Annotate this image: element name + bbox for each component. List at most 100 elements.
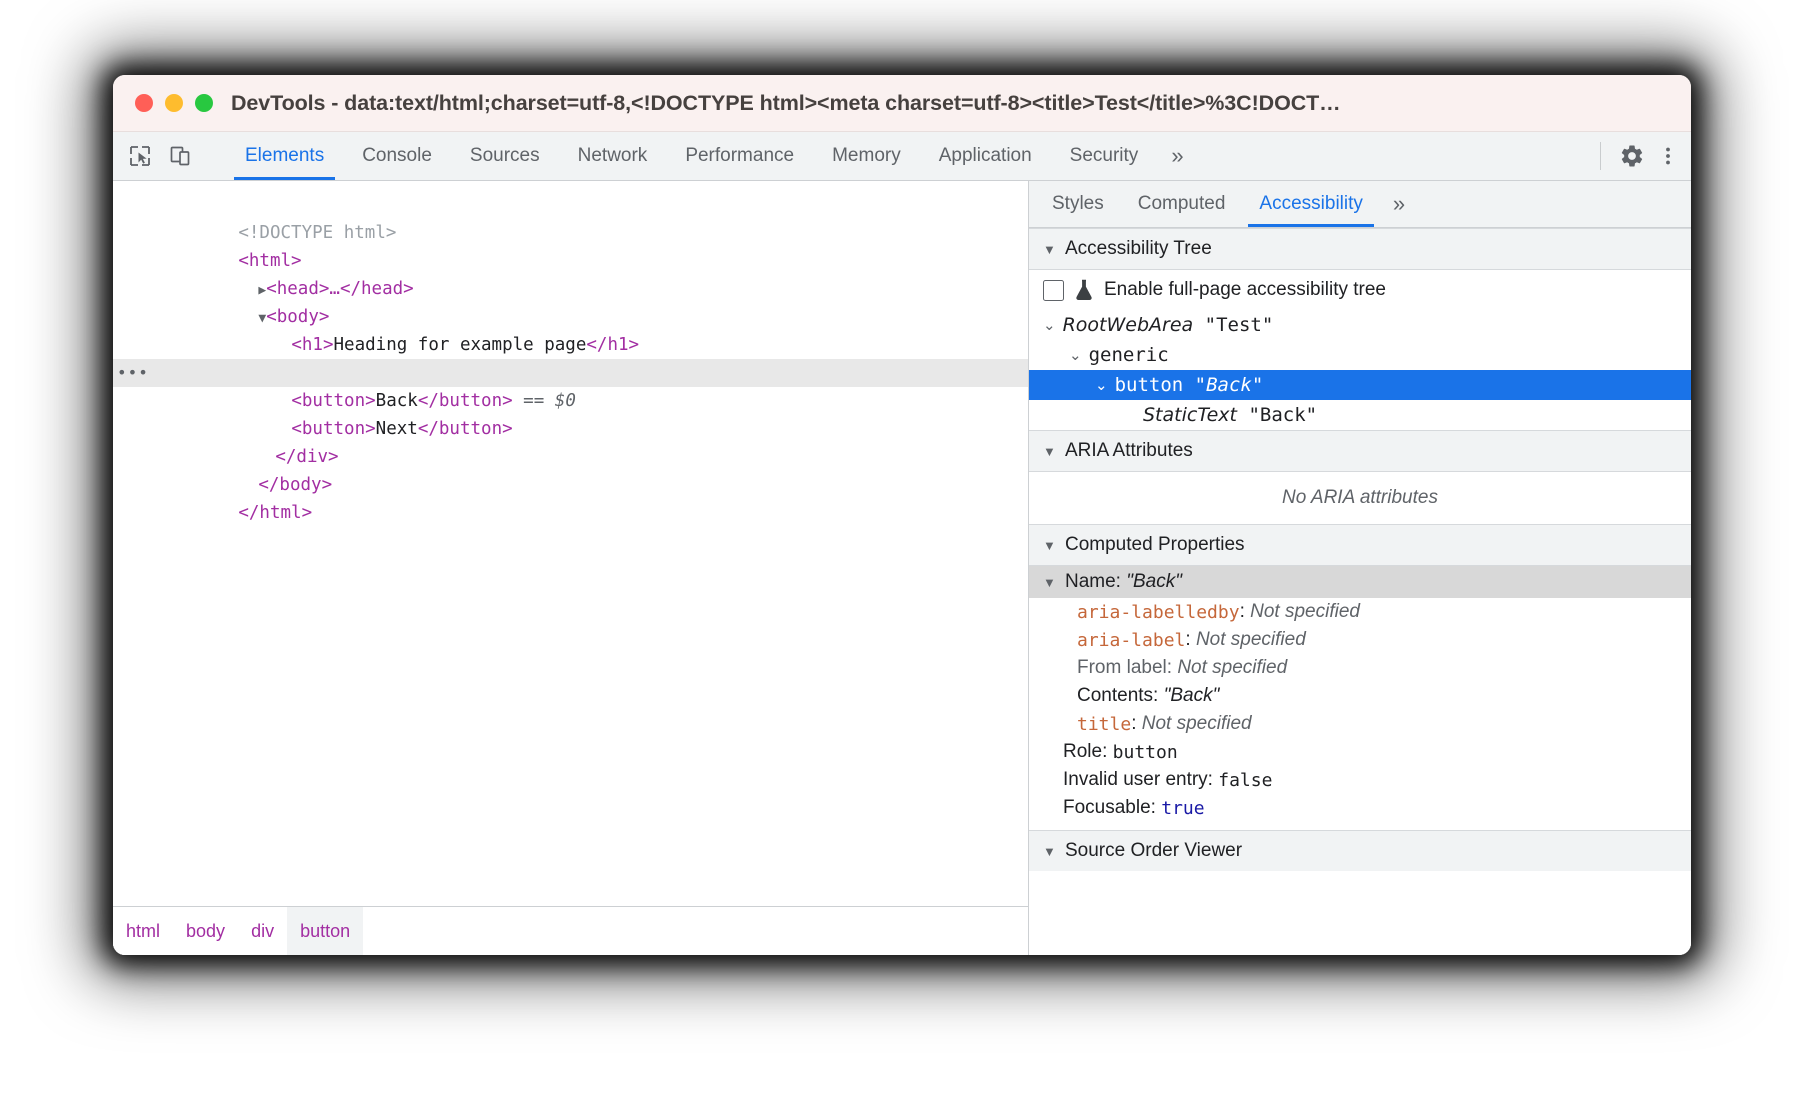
computed-property-focusable-label: Focusable: bbox=[1063, 797, 1156, 819]
tab-memory[interactable]: Memory bbox=[813, 132, 920, 180]
computed-property-invalid-user-entry: Invalid user entry: false bbox=[1029, 766, 1691, 794]
computed-property-role-label: Role: bbox=[1063, 741, 1107, 763]
tab-network-label: Network bbox=[578, 145, 648, 167]
sidebar-more-tabs-label: » bbox=[1393, 191, 1405, 217]
tab-computed[interactable]: Computed bbox=[1121, 181, 1243, 227]
ax-node-rootwebarea[interactable]: ⌄RootWebArea "Test" bbox=[1029, 310, 1691, 340]
accessibility-tree-body: Enable full-page accessibility tree ⌄ Roo… bbox=[1029, 270, 1691, 430]
chevron-down-icon-root[interactable]: ⌄ bbox=[1043, 316, 1056, 334]
inspect-cursor-icon[interactable] bbox=[123, 139, 157, 173]
tab-network[interactable]: Network bbox=[559, 132, 667, 180]
dom-node-body-open[interactable]: ▼<body> bbox=[113, 275, 1028, 303]
tab-elements[interactable]: Elements bbox=[226, 132, 343, 180]
ax-node-button-name: "Back" bbox=[1195, 374, 1264, 396]
ax-node-generic-role: generic bbox=[1089, 344, 1169, 366]
dom-node-button-next[interactable]: <button>Next</button> bbox=[113, 387, 1028, 415]
more-tabs-chevron-icon[interactable]: » bbox=[1157, 132, 1197, 180]
breadcrumb-item-body[interactable]: body bbox=[173, 907, 238, 955]
maximize-window-button[interactable] bbox=[195, 94, 213, 112]
dom-node-body-close[interactable]: </body> bbox=[113, 443, 1028, 471]
tab-memory-label: Memory bbox=[832, 145, 901, 167]
sidebar-tabs: Styles Computed Accessibility » bbox=[1029, 181, 1691, 228]
sidebar-more-tabs-chevron-icon[interactable]: » bbox=[1380, 181, 1418, 227]
kebab-menu-icon[interactable] bbox=[1651, 139, 1685, 173]
section-aria-attributes[interactable]: ▼ARIA Attributes bbox=[1029, 430, 1691, 472]
tab-accessibility[interactable]: Accessibility bbox=[1242, 181, 1379, 227]
name-source-from-label-label: From label bbox=[1077, 657, 1167, 679]
tab-console-label: Console bbox=[362, 145, 432, 167]
devtools-window: DevTools - data:text/html;charset=utf-8,… bbox=[113, 75, 1691, 955]
tab-application[interactable]: Application bbox=[920, 132, 1051, 180]
ax-node-statictext-name: "Back" bbox=[1248, 404, 1317, 426]
panel-tabs: Elements Console Sources Network Perform… bbox=[226, 132, 1582, 180]
name-source-contents: Contents: "Back" bbox=[1029, 682, 1691, 710]
tab-security[interactable]: Security bbox=[1051, 132, 1158, 180]
tab-sources[interactable]: Sources bbox=[451, 132, 559, 180]
name-source-aria-label-value: Not specified bbox=[1196, 629, 1306, 651]
name-source-aria-labelledby: aria-labelledby: Not specified bbox=[1029, 598, 1691, 626]
chevron-down-icon-button[interactable]: ⌄ bbox=[1095, 376, 1108, 394]
chevron-down-icon: ▼ bbox=[1043, 242, 1059, 257]
device-toolbar-icon[interactable] bbox=[163, 139, 197, 173]
tab-performance-label: Performance bbox=[685, 145, 794, 167]
dom-node-div-open[interactable]: ▼<div> bbox=[113, 331, 1028, 359]
dom-tree: <!DOCTYPE html> <html> ▶<head>…</head> ▼… bbox=[113, 181, 1028, 906]
toolbar-left-icons bbox=[123, 132, 226, 180]
tab-performance[interactable]: Performance bbox=[666, 132, 813, 180]
chevron-down-icon-computed: ▼ bbox=[1043, 538, 1059, 553]
name-source-title: title: Not specified bbox=[1029, 710, 1691, 738]
ax-node-rootwebarea-role: RootWebArea bbox=[1063, 314, 1194, 336]
computed-property-role: Role: button bbox=[1029, 738, 1691, 766]
dom-node-head[interactable]: ▶<head>…</head> bbox=[113, 247, 1028, 275]
ax-node-button-role: button bbox=[1115, 374, 1184, 396]
aria-attributes-empty-label: No ARIA attributes bbox=[1282, 487, 1438, 509]
breadcrumb-item-html-label: html bbox=[126, 921, 160, 942]
enable-fullpage-a11y-checkbox[interactable] bbox=[1043, 280, 1064, 301]
aria-attributes-empty: No ARIA attributes bbox=[1029, 472, 1691, 524]
breadcrumb-item-body-label: body bbox=[186, 921, 225, 942]
tab-styles-label: Styles bbox=[1052, 193, 1104, 215]
section-computed-properties[interactable]: ▼Computed Properties bbox=[1029, 524, 1691, 566]
ax-node-statictext[interactable]: StaticText "Back" bbox=[1029, 400, 1691, 430]
gear-icon[interactable] bbox=[1615, 139, 1649, 173]
chevron-down-icon-name[interactable]: ▼ bbox=[1043, 575, 1059, 590]
enable-fullpage-a11y-row[interactable]: Enable full-page accessibility tree bbox=[1029, 270, 1691, 310]
accessibility-sidebar: Styles Computed Accessibility » ▼Accessi… bbox=[1029, 181, 1691, 955]
tab-accessibility-label: Accessibility bbox=[1259, 193, 1362, 215]
tab-console[interactable]: Console bbox=[343, 132, 451, 180]
dom-node-h1[interactable]: <h1>Heading for example page</h1> bbox=[113, 303, 1028, 331]
dom-node-button-back[interactable]: •••<button>Back</button> == $0 bbox=[113, 359, 1028, 387]
ax-node-button-back[interactable]: ⌄ button "Back" bbox=[1029, 370, 1691, 400]
chevron-down-icon-source-order: ▼ bbox=[1043, 844, 1059, 859]
close-window-button[interactable] bbox=[135, 94, 153, 112]
tab-styles[interactable]: Styles bbox=[1035, 181, 1121, 227]
dom-node-div-close[interactable]: </div> bbox=[113, 415, 1028, 443]
minimize-window-button[interactable] bbox=[165, 94, 183, 112]
tab-computed-label: Computed bbox=[1138, 193, 1226, 215]
dom-node-html-close[interactable]: </html> bbox=[113, 471, 1028, 499]
dom-node-html-open[interactable]: <html> bbox=[113, 219, 1028, 247]
chevron-down-icon-generic[interactable]: ⌄ bbox=[1069, 346, 1082, 364]
breadcrumb-item-html[interactable]: html bbox=[113, 907, 173, 955]
computed-property-invalid-user-entry-label: Invalid user entry: bbox=[1063, 769, 1213, 791]
toolbar-right-icons bbox=[1582, 132, 1685, 180]
breadcrumb-item-button-label: button bbox=[300, 921, 350, 942]
computed-property-role-value: button bbox=[1113, 742, 1178, 763]
name-source-contents-label: Contents bbox=[1077, 685, 1153, 707]
section-source-order-viewer[interactable]: ▼Source Order Viewer bbox=[1029, 830, 1691, 871]
dom-node-doctype[interactable]: <!DOCTYPE html> bbox=[113, 191, 1028, 219]
name-source-from-label-value: Not specified bbox=[1177, 657, 1287, 679]
window-titlebar: DevTools - data:text/html;charset=utf-8,… bbox=[113, 75, 1691, 132]
computed-name-row[interactable]: ▼Name: "Back" bbox=[1029, 566, 1691, 598]
devtools-body: <!DOCTYPE html> <html> ▶<head>…</head> ▼… bbox=[113, 181, 1691, 955]
tab-security-label: Security bbox=[1070, 145, 1139, 167]
node-options-dots-icon[interactable]: ••• bbox=[117, 359, 149, 387]
screenshot-root: { "window": { "title": "DevTools - data:… bbox=[0, 0, 1804, 1100]
name-source-aria-label: aria-label: Not specified bbox=[1029, 626, 1691, 654]
ax-node-generic[interactable]: ⌄ generic bbox=[1029, 340, 1691, 370]
name-source-contents-value: "Back" bbox=[1164, 685, 1220, 707]
section-accessibility-tree[interactable]: ▼Accessibility Tree bbox=[1029, 228, 1691, 270]
breadcrumb-item-button[interactable]: button bbox=[287, 907, 363, 955]
breadcrumb-item-div[interactable]: div bbox=[238, 907, 287, 955]
elements-panel: <!DOCTYPE html> <html> ▶<head>…</head> ▼… bbox=[113, 181, 1029, 955]
